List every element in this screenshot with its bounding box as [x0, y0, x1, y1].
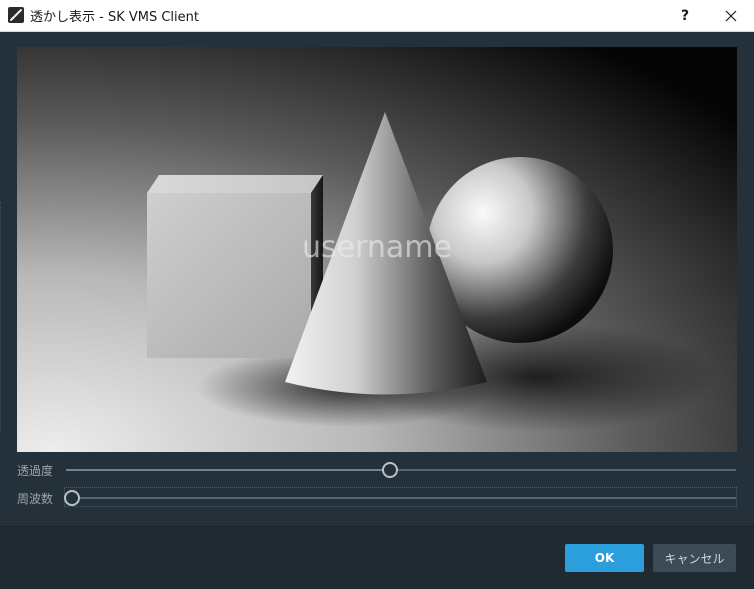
frequency-slider-row: 周波数 — [0, 486, 754, 510]
opacity-slider-row: 透過度 — [0, 458, 754, 482]
frequency-label: 周波数 — [17, 492, 54, 506]
title-bar: 透かし表示 - SK VMS Client ? — [0, 0, 754, 32]
watermark-preview: username — [17, 47, 737, 452]
app-icon — [8, 7, 24, 23]
close-button[interactable] — [708, 0, 754, 31]
ok-button[interactable]: OK — [565, 544, 644, 572]
opacity-label: 透過度 — [17, 464, 54, 478]
frequency-slider-handle[interactable] — [64, 490, 80, 506]
watermark-dialog: 透かし表示 - SK VMS Client ? username 透過度 周波数… — [0, 0, 754, 589]
watermark-text: username — [302, 230, 452, 265]
resize-edge — [0, 202, 4, 432]
opacity-slider-fill — [66, 469, 384, 471]
dialog-footer: OK キャンセル — [0, 526, 754, 589]
opacity-slider-handle[interactable] — [382, 462, 398, 478]
opacity-slider[interactable] — [66, 462, 736, 478]
dialog-content: username 透過度 周波数 — [0, 32, 754, 526]
close-icon — [725, 10, 737, 21]
cancel-button[interactable]: キャンセル — [653, 544, 736, 572]
help-button[interactable]: ? — [662, 0, 708, 31]
window-title: 透かし表示 - SK VMS Client — [30, 10, 199, 25]
frequency-slider[interactable] — [64, 490, 736, 506]
